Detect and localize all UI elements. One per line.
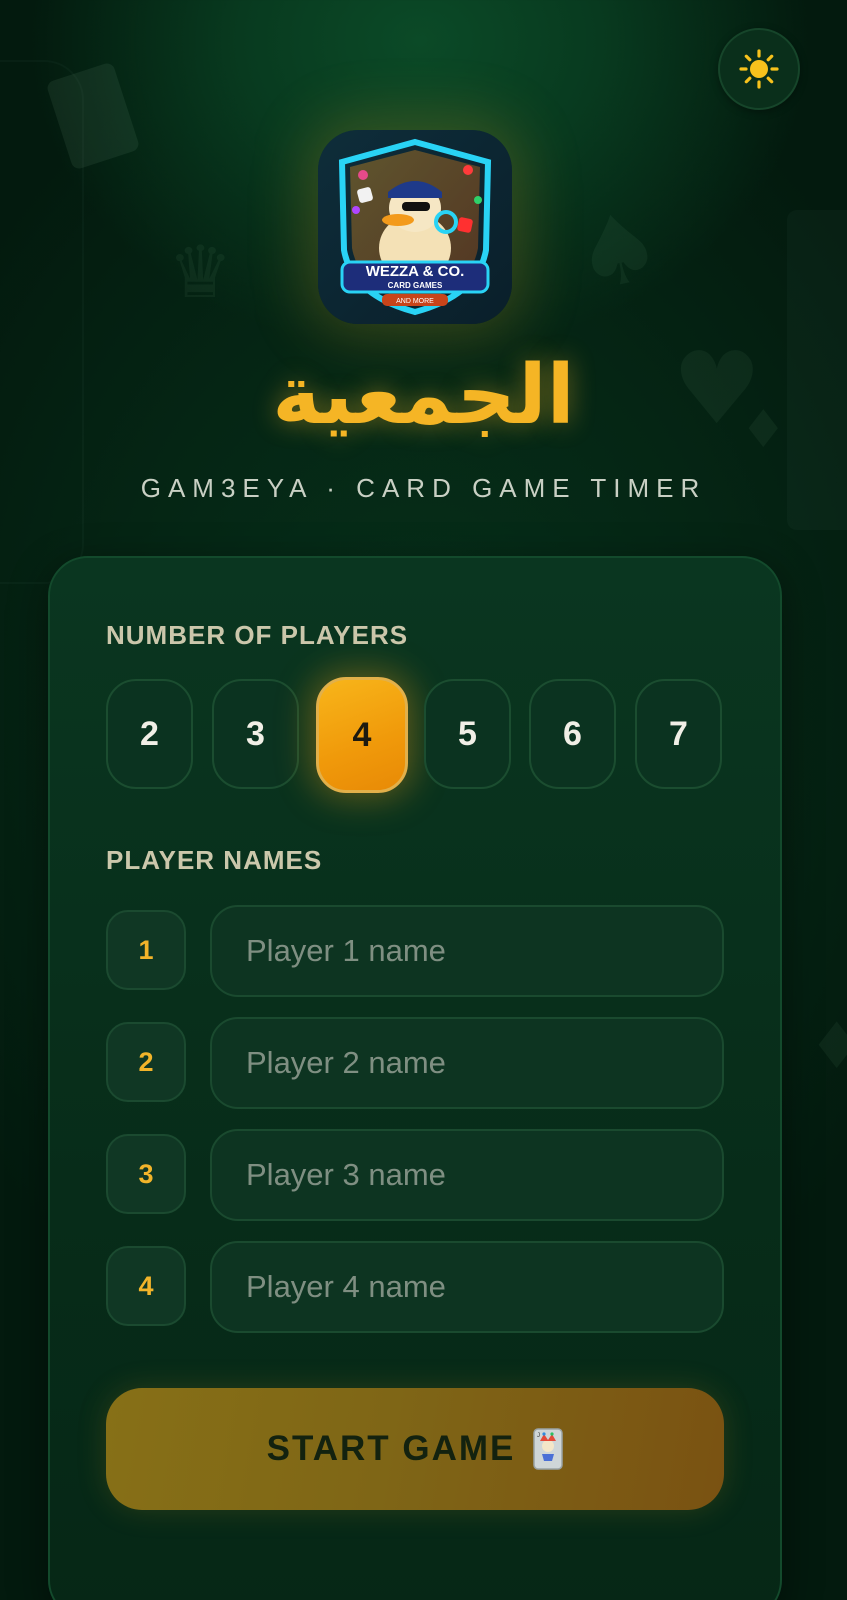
sun-icon [739, 49, 779, 89]
player-row-4: 4 [106, 1241, 726, 1333]
player-row-3: 3 [106, 1129, 726, 1221]
player-count-selector: 2 3 4 5 6 7 [106, 677, 726, 793]
joker-card-icon: J [533, 1428, 564, 1470]
player-count-option-2[interactable]: 2 [106, 679, 193, 789]
player-row-1: 1 [106, 905, 726, 997]
svg-text:J: J [537, 1433, 540, 1439]
player-count-option-5[interactable]: 5 [424, 679, 511, 789]
player-3-name-input[interactable] [210, 1129, 724, 1221]
crown-decoration-icon: ♛ [168, 230, 233, 314]
svg-text:AND MORE: AND MORE [396, 298, 434, 305]
player-number-badge: 4 [106, 1246, 186, 1326]
player-number-badge: 3 [106, 1134, 186, 1214]
player-number-badge: 2 [106, 1022, 186, 1102]
player-1-name-input[interactable] [210, 905, 724, 997]
player-row-2: 2 [106, 1017, 726, 1109]
player-4-name-input[interactable] [210, 1241, 724, 1333]
spade-decoration-icon: ♠ [564, 187, 672, 315]
theme-toggle-button[interactable] [718, 28, 800, 110]
start-game-label: START GAME [266, 1429, 516, 1468]
player-count-option-6[interactable]: 6 [529, 679, 616, 789]
app-subtitle: GAM3EYA · CARD GAME TIMER [140, 473, 707, 503]
diamond-decoration-icon: ♦ [808, 1010, 847, 1084]
player-number-badge: 1 [106, 910, 186, 990]
number-of-players-label: NUMBER OF PLAYERS [106, 620, 409, 650]
player-names-label: PLAYER NAMES [106, 845, 323, 875]
app-logo: WEZZA & CO. CARD GAMES AND MORE [318, 130, 512, 324]
svg-text:WEZZA & CO.: WEZZA & CO. [366, 263, 465, 280]
svg-text:CARD GAMES: CARD GAMES [388, 281, 443, 290]
start-game-button[interactable]: START GAME J [106, 1388, 724, 1510]
player-count-option-4-selected[interactable]: 4 [316, 677, 408, 793]
player-2-name-input[interactable] [210, 1017, 724, 1109]
duck-logo-image: WEZZA & CO. CARD GAMES AND MORE [318, 130, 512, 324]
player-count-option-7[interactable]: 7 [635, 679, 722, 789]
player-count-option-3[interactable]: 3 [212, 679, 299, 789]
app-title-arabic: الجمعية [272, 348, 575, 443]
